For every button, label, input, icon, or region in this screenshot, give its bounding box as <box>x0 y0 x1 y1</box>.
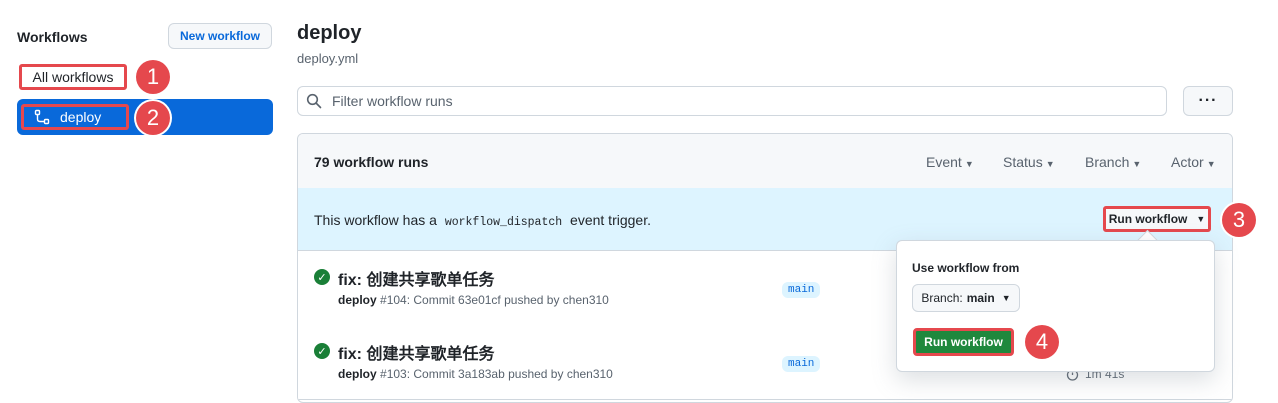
branch-select[interactable]: Branch: main ▼ <box>912 284 1020 312</box>
caret-down-icon: ▼ <box>964 159 974 169</box>
status-filter-label: Status <box>1003 154 1043 170</box>
runs-count: 79 workflow runs <box>314 154 429 170</box>
success-check-icon: ✓ <box>314 269 330 285</box>
banner-code: workflow_dispatch <box>444 216 563 229</box>
run-number: #103 <box>380 367 407 381</box>
caret-down-icon: ▼ <box>1001 293 1011 303</box>
annotation-badge-4: 4 <box>1025 325 1059 359</box>
run-workflow-name: deploy <box>338 293 377 307</box>
run-workflow-name: deploy <box>338 367 377 381</box>
run-commit-info: : Commit 3a183ab pushed by chen310 <box>406 367 613 381</box>
branch-select-value: main <box>966 291 995 305</box>
run-meta: deploy #104: Commit 63e01cf pushed by ch… <box>338 293 609 307</box>
branch-badge[interactable]: main <box>782 356 821 372</box>
actor-filter[interactable]: Actor ▼ <box>1171 154 1216 170</box>
event-filter[interactable]: Event ▼ <box>926 154 974 170</box>
banner-prefix: This workflow has a <box>314 212 437 228</box>
caret-down-icon: ▼ <box>1132 159 1142 169</box>
filter-runs-field[interactable] <box>297 86 1167 116</box>
annotation-badge-3: 3 <box>1222 203 1256 237</box>
branch-badge[interactable]: main <box>782 282 821 298</box>
sidebar-item-all-workflows[interactable]: All workflows <box>19 64 127 90</box>
actor-filter-label: Actor <box>1171 154 1204 170</box>
search-icon <box>306 93 322 109</box>
success-check-icon: ✓ <box>314 343 330 359</box>
branch-select-prefix: Branch: <box>921 291 963 305</box>
workflow-file-link[interactable]: deploy.yml <box>297 51 358 66</box>
new-workflow-button[interactable]: New workflow <box>168 23 272 49</box>
annotation-badge-2: 2 <box>136 101 170 135</box>
run-title[interactable]: fix: 创建共享歌单任务 <box>338 340 494 364</box>
branch-filter[interactable]: Branch ▼ <box>1085 154 1141 170</box>
caret-down-icon: ▼ <box>1196 214 1206 224</box>
caret-down-icon: ▼ <box>1045 159 1055 169</box>
banner-suffix: event trigger. <box>570 212 651 228</box>
run-workflow-label: Run workflow <box>1108 212 1188 226</box>
filter-runs-input[interactable] <box>330 92 1134 110</box>
run-workflow-dropdown-button[interactable]: Run workflow ▼ <box>1103 206 1211 232</box>
branch-filter-label: Branch <box>1085 154 1130 170</box>
more-options-button[interactable]: ··· <box>1183 86 1233 116</box>
dispatch-banner-text: This workflow has a workflow_dispatch ev… <box>314 212 651 229</box>
workflow-icon <box>34 109 50 125</box>
annotation-badge-1: 1 <box>136 60 170 94</box>
event-filter-label: Event <box>926 154 962 170</box>
caret-down-icon: ▼ <box>1206 159 1216 169</box>
sidebar-title: Workflows <box>17 29 88 45</box>
sidebar-item-deploy-label: deploy <box>60 109 102 125</box>
page-title: deploy <box>297 22 362 44</box>
run-commit-info: : Commit 63e01cf pushed by chen310 <box>406 293 609 307</box>
runs-header: 79 workflow runs Event ▼ Status ▼ Branch ▼ … <box>298 134 1232 189</box>
run-title[interactable]: fix: 创建共享歌单任务 <box>338 266 494 290</box>
run-number: #104 <box>380 293 407 307</box>
run-meta: deploy #103: Commit 3a183ab pushed by ch… <box>338 367 613 381</box>
sidebar-item-deploy-highlight[interactable]: deploy <box>21 104 129 130</box>
popup-label: Use workflow from <box>912 261 1020 275</box>
status-filter[interactable]: Status ▼ <box>1003 154 1055 170</box>
run-workflow-submit-button[interactable]: Run workflow <box>913 328 1014 356</box>
